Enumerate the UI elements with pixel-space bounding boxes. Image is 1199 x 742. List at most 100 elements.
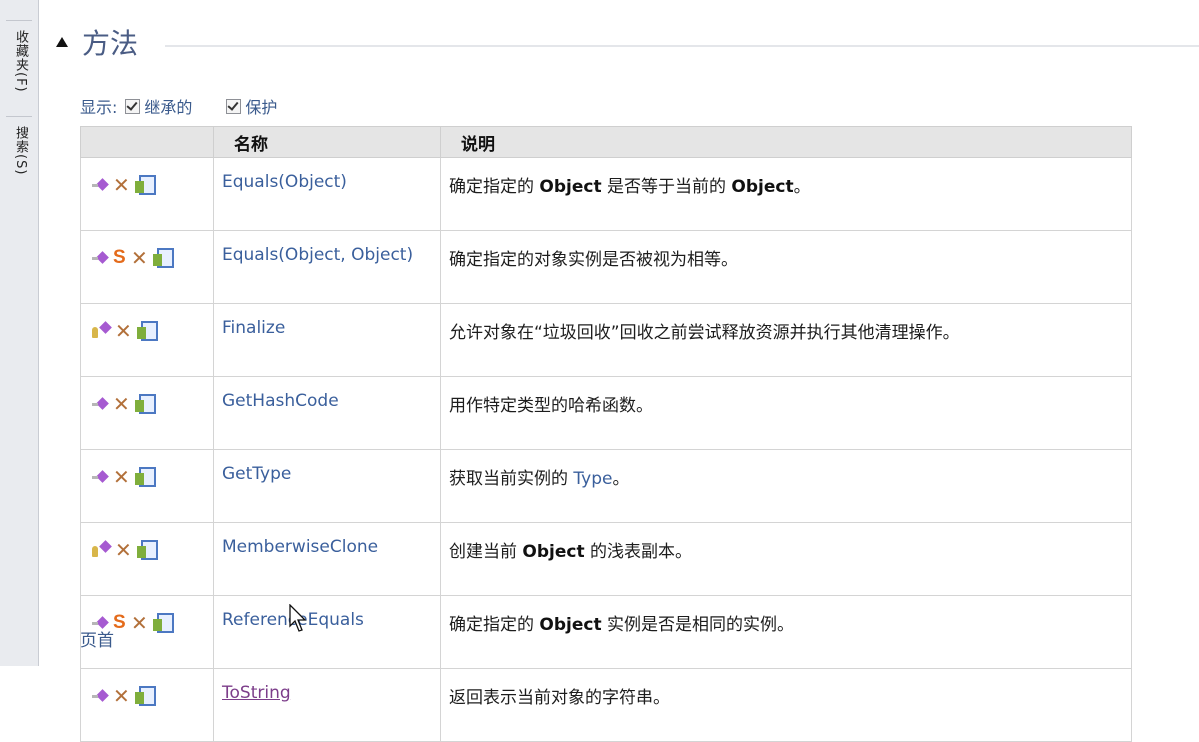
description-text: 实例是否是相同的实例。	[601, 615, 794, 635]
member-description-cell: 确定指定的 Object 实例是否是相同的实例。	[440, 595, 1132, 669]
description-column-header: 说明	[440, 126, 1132, 158]
member-icons-cell: ✕	[80, 303, 214, 377]
collapse-triangle-icon[interactable]	[56, 37, 68, 47]
inherited-checkbox[interactable]	[125, 98, 141, 114]
member-icons-cell: ✕	[80, 522, 214, 596]
member-name-cell: ReferenceEquals	[213, 595, 441, 669]
compact-framework-icon	[137, 321, 159, 341]
protected-checkbox[interactable]	[226, 98, 242, 114]
member-name-cell: Finalize	[213, 303, 441, 377]
icon-group: S ✕	[91, 246, 213, 270]
protected-label: 保护	[245, 98, 278, 117]
table-row: S ✕ Equals(Object, Object) 确定指定的对象实例是否被视为相等…	[80, 230, 1132, 304]
member-description-cell: 允许对象在“垃圾回收”回收之前尝试释放资源并执行其他清理操作。	[440, 303, 1132, 377]
sidebar-tab-favorites[interactable]: 收藏夹(F)	[8, 30, 30, 93]
icon-group: ✕	[91, 173, 213, 197]
xna-icon: ✕	[113, 684, 130, 708]
member-icons-cell: ✕	[80, 668, 214, 742]
type-name: Object	[731, 177, 794, 197]
table-row: ✕ ToString 返回表示当前对象的字符串。	[80, 668, 1132, 742]
table-row: ✕ MemberwiseClone 创建当前 Object 的浅表副本。	[80, 522, 1132, 596]
compact-framework-icon	[137, 540, 159, 560]
compact-framework-icon	[153, 248, 175, 268]
description-text: 。	[793, 177, 811, 197]
compact-framework-icon	[135, 686, 157, 706]
type-name: Object	[539, 177, 602, 197]
icon-group: ✕	[91, 684, 213, 708]
icon-group: ✕	[91, 392, 213, 416]
table-row: ✕ GetHashCode 用作特定类型的哈希函数。	[80, 376, 1132, 450]
xna-icon: ✕	[113, 392, 130, 416]
compact-framework-icon	[135, 394, 157, 414]
description-text: 创建当前	[449, 542, 523, 562]
method-link[interactable]: ToString	[222, 683, 291, 703]
description-text: 确定指定的	[449, 177, 540, 197]
xna-icon: ✕	[113, 173, 130, 197]
mouse-pointer-icon	[289, 604, 307, 632]
description-text: 的浅表副本。	[584, 542, 692, 562]
protected-method-icon	[91, 541, 111, 559]
member-icons-cell: ✕	[80, 376, 214, 450]
description-text: 允许对象在“垃圾回收”回收之前尝试释放资源并执行其他清理操作。	[449, 323, 960, 343]
description-text: 用作特定类型的哈希函数。	[449, 396, 653, 416]
method-icon	[91, 689, 109, 703]
type-link[interactable]: Type	[573, 469, 612, 489]
method-link[interactable]: Equals(Object, Object)	[222, 245, 413, 265]
description-text: 确定指定的	[449, 615, 540, 635]
method-link[interactable]: GetHashCode	[222, 391, 339, 411]
method-link[interactable]: MemberwiseClone	[222, 537, 378, 557]
sidebar-divider	[6, 116, 32, 117]
inherited-label: 继承的	[144, 98, 193, 117]
member-description-cell: 获取当前实例的 Type。	[440, 449, 1132, 523]
name-column-header: 名称	[213, 126, 441, 158]
protected-filter-option[interactable]: 保护	[226, 94, 277, 118]
sidebar-tab-search[interactable]: 搜索(S)	[8, 126, 30, 175]
methods-section-header: 方法	[56, 22, 138, 62]
description-text: 获取当前实例的	[449, 469, 574, 489]
member-description-cell: 确定指定的对象实例是否被视为相等。	[440, 230, 1132, 304]
compact-framework-icon	[135, 467, 157, 487]
table-header-row: 名称 说明	[80, 126, 1132, 158]
member-description-cell: 确定指定的 Object 是否等于当前的 Object。	[440, 157, 1132, 231]
member-name-cell: Equals(Object)	[213, 157, 441, 231]
compact-framework-icon	[135, 175, 157, 195]
member-filter: 显示: 继承的 保护	[80, 94, 277, 118]
table-row: S✕ReferenceEquals确定指定的 Object 实例是否是相同的实例…	[80, 595, 1132, 669]
icon-group: ✕	[91, 465, 213, 489]
member-icons-cell: ✕	[80, 157, 214, 231]
description-text: 返回表示当前对象的字符串。	[449, 688, 670, 708]
static-icon: S	[113, 247, 126, 268]
inherited-filter-option[interactable]: 继承的	[125, 94, 192, 118]
filter-label: 显示:	[80, 98, 118, 117]
methods-table: 名称 说明 ✕ Equals(Object) 确定指定的 Object 是否等于当前…	[80, 126, 1132, 742]
table-row: ✕ Finalize 允许对象在“垃圾回收”回收之前尝试释放资源并执行其他清理操作。	[80, 303, 1132, 377]
member-name-cell: ToString	[213, 668, 441, 742]
section-title: 方法	[82, 27, 139, 60]
member-icons-cell: ✕	[80, 449, 214, 523]
method-link[interactable]: GetType	[222, 464, 291, 484]
protected-method-icon	[91, 322, 111, 340]
xna-icon: ✕	[131, 611, 148, 635]
icons-column-header	[80, 126, 214, 158]
member-name-cell: GetHashCode	[213, 376, 441, 450]
section-rule	[165, 45, 1199, 47]
sidebar-divider	[6, 20, 32, 21]
member-name-cell: GetType	[213, 449, 441, 523]
description-text: 确定指定的对象实例是否被视为相等。	[449, 250, 738, 270]
xna-icon: ✕	[115, 319, 132, 343]
member-icons-cell: S ✕	[80, 230, 214, 304]
favorites-sidebar: I) 收藏夹(F) 搜索(S)	[0, 0, 39, 666]
member-name-cell: MemberwiseClone	[213, 522, 441, 596]
icon-group: ✕	[91, 538, 213, 562]
page-top-link[interactable]: 页首	[80, 626, 114, 651]
method-icon	[91, 397, 109, 411]
method-link[interactable]: Finalize	[222, 318, 285, 338]
method-icon	[91, 470, 109, 484]
member-name-cell: Equals(Object, Object)	[213, 230, 441, 304]
member-description-cell: 返回表示当前对象的字符串。	[440, 668, 1132, 742]
type-name: Object	[539, 615, 602, 635]
xna-icon: ✕	[115, 538, 132, 562]
method-link[interactable]: Equals(Object)	[222, 172, 347, 192]
xna-icon: ✕	[113, 465, 130, 489]
member-description-cell: 用作特定类型的哈希函数。	[440, 376, 1132, 450]
